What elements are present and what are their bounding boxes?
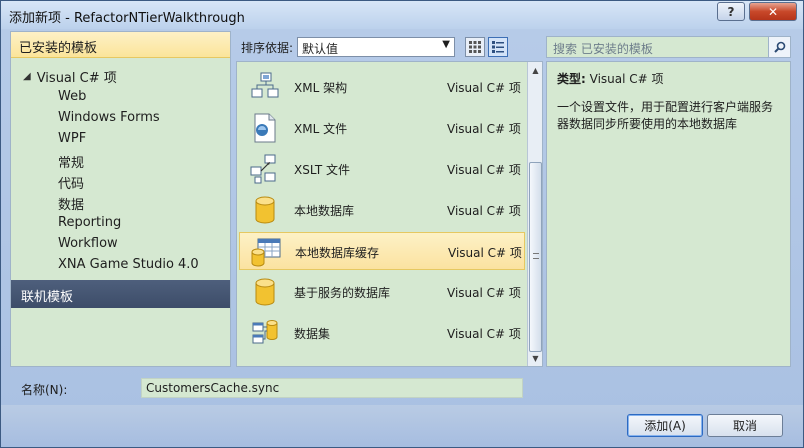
template-category-panel: 已安装的模板 ◢ Visual C# 项 Web Windows Forms W… <box>10 31 231 367</box>
online-templates-header[interactable]: 联机模板 <box>11 280 230 308</box>
database-cache-icon <box>251 238 281 267</box>
close-icon: ✕ <box>767 4 779 19</box>
database-icon <box>255 278 275 306</box>
window-title: 添加新项 - RefactorNTierWalkthrough <box>9 11 245 26</box>
template-row-dataset[interactable]: 数据集 Visual C# 项 <box>239 314 525 352</box>
template-language: Visual C# 项 <box>448 246 522 260</box>
template-type: 类型: Visual C# 项 <box>557 70 780 87</box>
tree-item-reporting[interactable]: Reporting <box>58 215 121 230</box>
title-bar[interactable]: 添加新项 - RefactorNTierWalkthrough ? ✕ <box>1 1 803 29</box>
tree-root-visual-csharp[interactable]: ◢ Visual C# 项 <box>23 67 117 86</box>
template-name: XML 文件 <box>294 122 348 136</box>
search-button[interactable] <box>768 37 790 57</box>
cancel-button[interactable]: 取消 <box>707 414 783 437</box>
small-icons-icon <box>469 41 481 53</box>
grip-icon <box>533 253 539 259</box>
template-name: 本地数据库缓存 <box>295 246 380 260</box>
template-name: 基于服务的数据库 <box>294 286 391 300</box>
help-button[interactable]: ? <box>717 2 745 21</box>
template-details-panel: 类型: Visual C# 项 一个设置文件，用于配置进行客户端服务器数据同步所… <box>546 61 791 367</box>
small-icons-view-button[interactable] <box>465 37 485 57</box>
template-language: Visual C# 项 <box>447 81 521 95</box>
tree-root-label: Visual C# 项 <box>36 71 117 86</box>
template-row-xml-file[interactable]: XML 文件 Visual C# 项 <box>239 109 525 147</box>
dataset-icon <box>252 320 278 344</box>
database-icon <box>255 196 275 224</box>
xml-file-icon <box>254 113 276 143</box>
tree-item-workflow[interactable]: Workflow <box>58 236 118 251</box>
sort-dropdown[interactable]: 默认值 ▼ <box>297 37 455 57</box>
tree-item-data[interactable]: 数据 <box>58 194 84 213</box>
add-new-item-dialog: 添加新项 - RefactorNTierWalkthrough ? ✕ 已安装的… <box>0 0 804 448</box>
search-input[interactable]: 搜索 已安装的模板 <box>546 36 791 58</box>
template-row-local-database-cache[interactable]: 本地数据库缓存 Visual C# 项 <box>239 232 525 270</box>
list-view-button[interactable] <box>488 37 508 57</box>
template-list-scrollbar[interactable]: ▲ ▼ <box>527 62 542 366</box>
tree-item-windows-forms[interactable]: Windows Forms <box>58 110 160 125</box>
template-row-local-database[interactable]: 本地数据库 Visual C# 项 <box>239 191 525 229</box>
sort-value: 默认值 <box>302 42 339 56</box>
template-row-xslt-file[interactable]: XSLT 文件 Visual C# 项 <box>239 150 525 188</box>
search-icon <box>773 41 785 53</box>
template-row-xml-schema[interactable]: XML 架构 Visual C# 项 <box>239 68 525 106</box>
xslt-file-icon <box>250 154 276 184</box>
tree-item-xna[interactable]: XNA Game Studio 4.0 <box>58 257 199 272</box>
template-list[interactable]: XML 架构 Visual C# 项 XML 文件 Visual C# 项 XS… <box>236 61 543 367</box>
list-view-icon <box>492 41 504 53</box>
tree-item-wpf[interactable]: WPF <box>58 131 86 146</box>
template-name: 本地数据库 <box>294 204 355 218</box>
add-button[interactable]: 添加(A) <box>627 414 703 437</box>
search-placeholder: 搜索 已安装的模板 <box>553 42 653 56</box>
scroll-up-arrow-icon[interactable]: ▲ <box>528 62 542 78</box>
scroll-thumb[interactable] <box>529 162 542 352</box>
template-name: XSLT 文件 <box>294 163 351 177</box>
template-row-service-database[interactable]: 基于服务的数据库 Visual C# 项 <box>239 273 525 311</box>
template-name: 数据集 <box>294 327 331 341</box>
template-language: Visual C# 项 <box>447 204 521 218</box>
type-label: 类型: <box>557 72 586 86</box>
name-input[interactable]: CustomersCache.sync <box>141 378 523 398</box>
help-icon: ? <box>727 4 735 19</box>
sort-label: 排序依据: <box>241 41 294 55</box>
tree-item-general[interactable]: 常规 <box>58 152 84 171</box>
template-name: XML 架构 <box>294 81 348 95</box>
close-button[interactable]: ✕ <box>749 2 797 21</box>
template-description: 一个设置文件，用于配置进行客户端服务器数据同步所要使用的本地数据库 <box>557 100 774 131</box>
template-language: Visual C# 项 <box>447 286 521 300</box>
template-language: Visual C# 项 <box>447 122 521 136</box>
template-language: Visual C# 项 <box>447 163 521 177</box>
name-label: 名称(N): <box>21 383 68 397</box>
expand-arrow-icon[interactable]: ◢ <box>23 71 31 82</box>
tree-item-web[interactable]: Web <box>58 89 86 104</box>
scroll-down-arrow-icon[interactable]: ▼ <box>528 350 542 366</box>
installed-templates-header[interactable]: 已安装的模板 <box>11 32 230 58</box>
chevron-down-icon: ▼ <box>442 39 450 50</box>
template-language: Visual C# 项 <box>447 327 521 341</box>
type-value: Visual C# 项 <box>589 72 664 86</box>
tree-item-code[interactable]: 代码 <box>58 173 84 192</box>
dialog-button-bar: 添加(A) 取消 <box>1 405 803 447</box>
xml-schema-icon <box>251 72 279 98</box>
